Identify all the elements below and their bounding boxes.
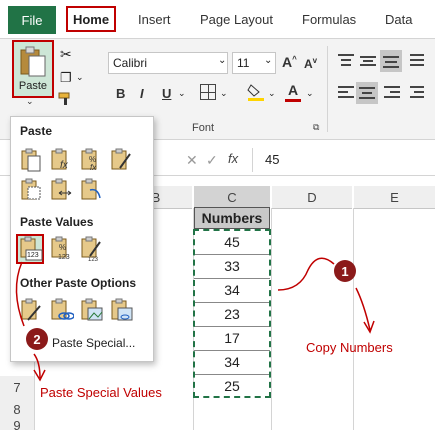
copy-numbers-note: Copy Numbers — [306, 340, 393, 355]
paste-special-values-note: Paste Special Values — [40, 385, 162, 400]
step-badge-1: 1 — [334, 260, 356, 282]
step-badge-2: 2 — [26, 328, 48, 350]
annotation-arrows — [15, 257, 375, 382]
